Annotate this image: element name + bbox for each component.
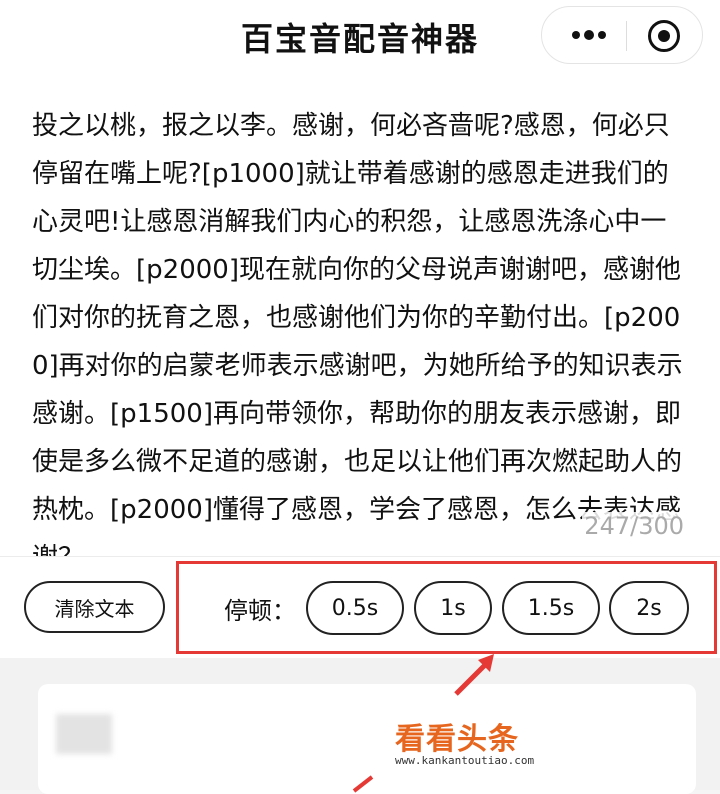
watermark-title: 看看头条 [395,722,519,757]
pause-1-5s-button[interactable]: 1.5s [502,581,600,635]
pause-0-5s-button[interactable]: 0.5s [306,581,404,635]
blurred-avatar [56,714,112,754]
clear-text-button[interactable]: 清除文本 [24,581,165,633]
toolbar: 清除文本 停顿： 0.5s 1s 1.5s 2s [0,556,720,658]
pause-2s-button[interactable]: 2s [609,581,689,635]
editor-text[interactable]: 投之以桃，报之以李。感谢，何必吝啬呢?感恩，何必只停留在嘴上呢?[p1000]就… [32,102,688,556]
watermark-url: www.kankantoutiao.com [395,754,535,767]
char-counter: 247/300 [582,512,686,540]
red-arrow-icon [454,654,494,696]
close-target-icon[interactable] [648,20,680,52]
pause-label: 停顿： [224,597,296,625]
text-editor[interactable]: 投之以桃，报之以李。感谢，何必吝啬呢?感恩，何必只停留在嘴上呢?[p1000]就… [0,80,720,556]
pause-1s-button[interactable]: 1s [414,581,492,635]
watermark-logo: 看看头条 www.kankantoutiao.com [395,714,615,784]
mini-program-capsule [541,6,703,64]
app-header: 百宝音配音神器 [0,0,720,80]
more-icon[interactable] [564,20,614,50]
red-arrow-tail-icon [352,775,374,793]
capsule-divider [626,21,627,51]
